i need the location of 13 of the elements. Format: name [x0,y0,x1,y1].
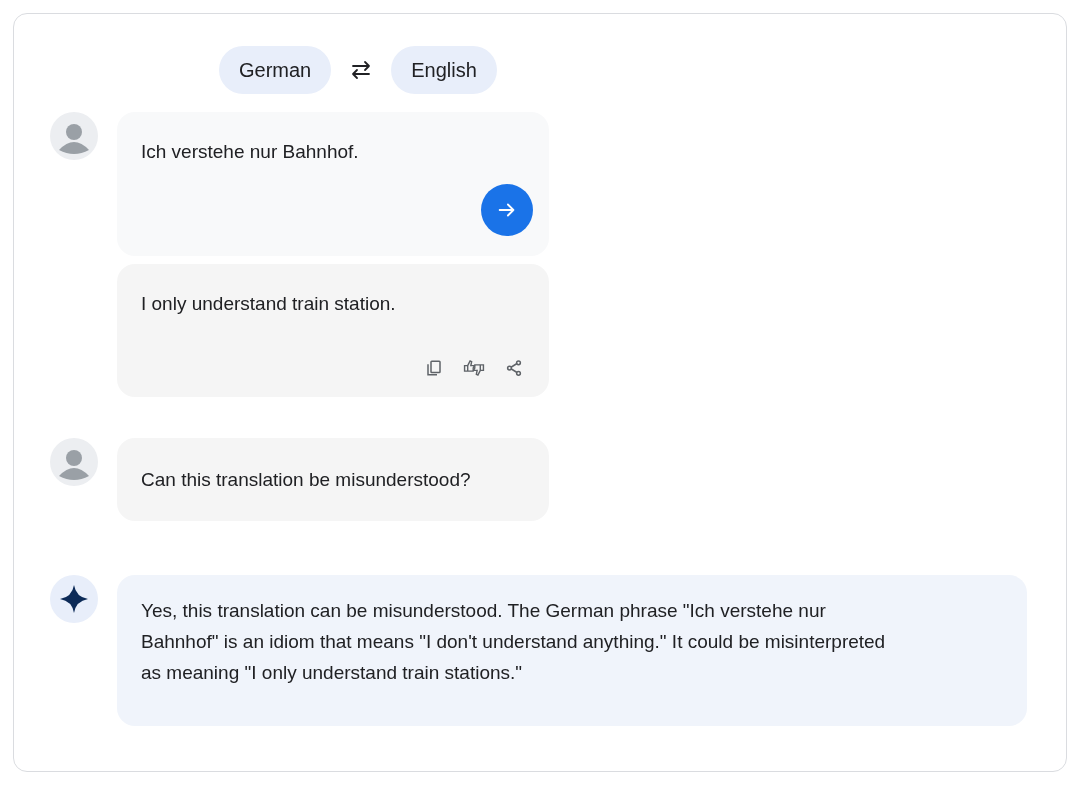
message-text: Ich verstehe nur Bahnhof. [141,140,360,164]
user-avatar-icon [50,112,98,160]
language-button[interactable]: English [391,46,497,94]
language-button[interactable]: German [219,46,332,94]
thumbs-icon[interactable] [463,359,485,377]
copy-icon[interactable] [425,359,443,377]
send-button[interactable] [481,184,533,236]
user-avatar-icon [50,438,98,486]
sparkle-icon [50,575,98,623]
message-text: Can this translation be misunderstood? [141,468,472,492]
message-text: I only understand train station. [141,292,397,316]
message-text: Yes, this translation can be misunderstood. The German phrase "Ich verstehe nur Bahnhof" is an idiom that means "I don't understand anything." It could be misinterpreted as meaning "I only understand train stations." [141,599,886,685]
share-icon[interactable] [505,359,523,377]
